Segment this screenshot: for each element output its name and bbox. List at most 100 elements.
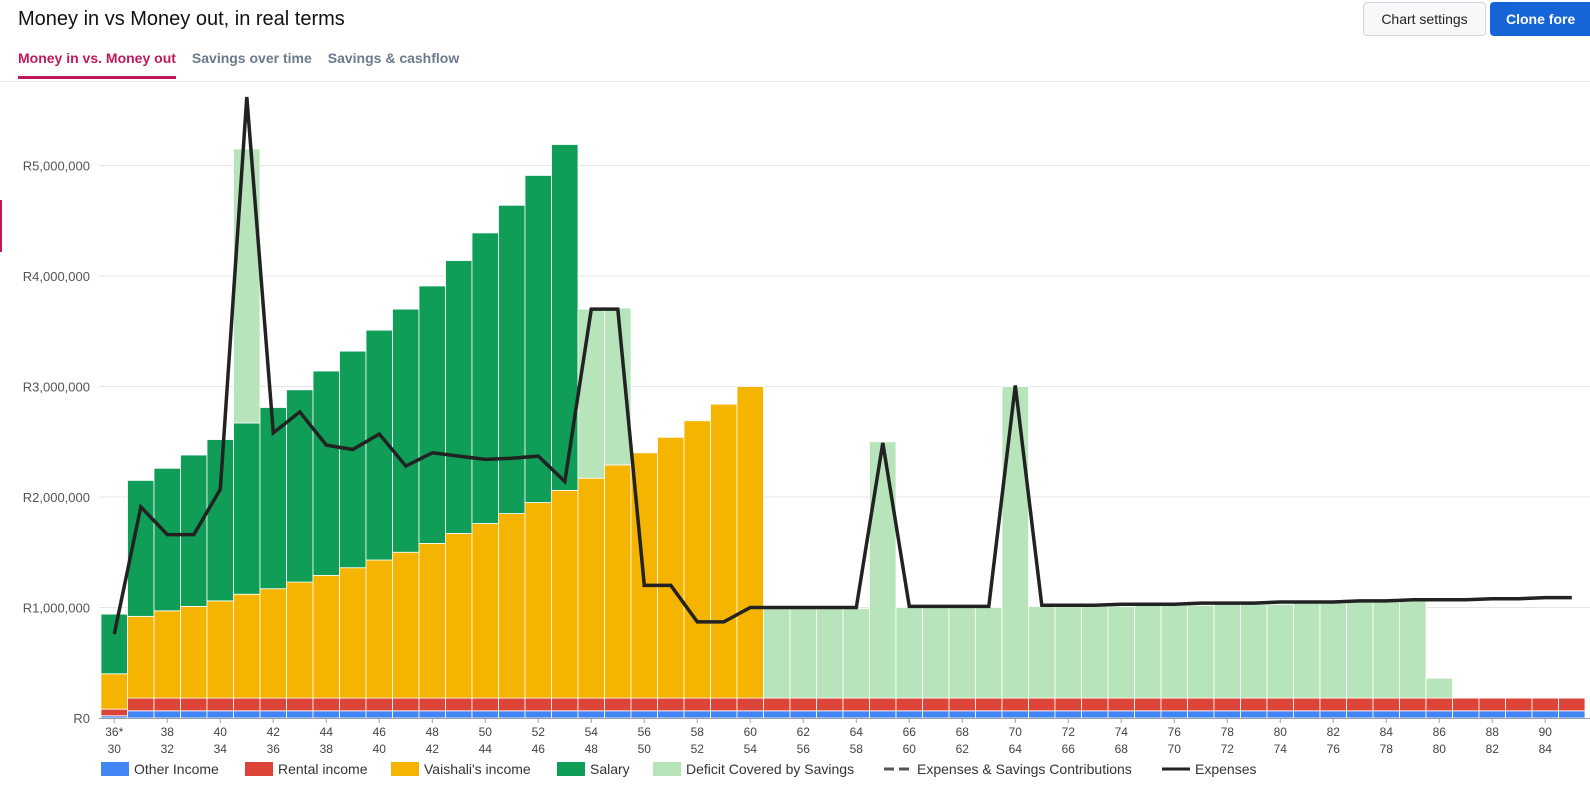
- bar-segment: [975, 697, 1003, 712]
- bar-segment: [180, 454, 208, 607]
- bar-segment: [498, 513, 526, 699]
- bar-segment: [1531, 710, 1559, 719]
- bar-segment: [259, 697, 287, 712]
- tab-money-in-vs-out[interactable]: Money in vs. Money out: [18, 50, 176, 79]
- bar-segment: [1134, 604, 1162, 699]
- bar-segment: [153, 697, 181, 712]
- bar-segment: [975, 607, 1003, 699]
- legend-label: Expenses: [1195, 761, 1256, 777]
- x-tick-label-age: 84: [1380, 725, 1394, 739]
- bar-segment: [392, 710, 420, 719]
- bar-segment: [948, 710, 976, 719]
- bar-segment: [710, 403, 738, 699]
- y-tick-label: R3,000,000: [23, 380, 90, 395]
- bar-segment: [153, 467, 181, 612]
- x-tick-label-partner-age: 46: [532, 742, 546, 756]
- bar-segment: [1107, 605, 1135, 699]
- x-tick-label-age: 60: [744, 725, 758, 739]
- x-tick-label-age: 58: [691, 725, 705, 739]
- x-tick-label-partner-age: 64: [1009, 742, 1023, 756]
- chart-title: Money in vs Money out, in real terms: [18, 8, 345, 30]
- bar-segment: [922, 607, 950, 699]
- bar-segment: [233, 710, 261, 719]
- x-tick-label-age: 54: [585, 725, 599, 739]
- bar-segment: [392, 551, 420, 699]
- bar-segment: [551, 697, 579, 712]
- x-tick-label-age: 78: [1221, 725, 1235, 739]
- x-tick-label-partner-age: 36: [267, 742, 281, 756]
- x-tick-label-age: 36*: [105, 725, 123, 739]
- y-tick-label: R0: [73, 711, 90, 726]
- x-tick-label-partner-age: 76: [1327, 742, 1341, 756]
- bar-segment: [127, 697, 155, 712]
- bar-segment: [577, 697, 605, 712]
- bar-segment: [789, 608, 817, 699]
- legend-label: Other Income: [134, 761, 219, 777]
- x-tick-label-partner-age: 56: [797, 742, 811, 756]
- chart-tabs: Money in vs. Money out Savings over time…: [18, 50, 459, 79]
- bar-segment: [683, 710, 711, 719]
- x-tick-label-partner-age: 68: [1115, 742, 1129, 756]
- bar-segment: [577, 308, 605, 479]
- bar-segment: [312, 710, 340, 719]
- bar-segment: [922, 697, 950, 712]
- x-tick-label-partner-age: 70: [1168, 742, 1182, 756]
- legend-label: Vaishali's income: [424, 761, 531, 777]
- x-tick-label-age: 70: [1009, 725, 1023, 739]
- clone-forecast-button[interactable]: Clone fore: [1490, 2, 1590, 36]
- bar-segment: [869, 710, 897, 719]
- bar-segment: [1001, 697, 1029, 712]
- x-tick-label-partner-age: 82: [1486, 742, 1500, 756]
- legend-label: Rental income: [278, 761, 368, 777]
- bar-segment: [153, 710, 181, 719]
- y-tick-label: R4,000,000: [23, 269, 90, 284]
- bar-segment: [418, 710, 446, 719]
- bar-segment: [418, 697, 446, 712]
- tab-savings-cashflow[interactable]: Savings & cashflow: [328, 50, 459, 79]
- bar-segment: [127, 710, 155, 719]
- x-tick-label-age: 40: [214, 725, 228, 739]
- y-tick-label: R2,000,000: [23, 490, 90, 505]
- bar-segment: [471, 232, 499, 524]
- bar-segment: [392, 697, 420, 712]
- x-tick-label-partner-age: 48: [585, 742, 599, 756]
- x-tick-label-partner-age: 74: [1274, 742, 1288, 756]
- bar-segment: [1425, 710, 1453, 719]
- bar-segment: [524, 710, 552, 719]
- bar-segment: [339, 710, 367, 719]
- bar-segment: [339, 350, 367, 569]
- x-tick-label-age: 56: [638, 725, 652, 739]
- bar-segment: [1452, 710, 1480, 719]
- legend-swatch: [653, 762, 681, 776]
- x-tick-label-age: 62: [797, 725, 811, 739]
- x-tick-label-partner-age: 54: [744, 742, 758, 756]
- bar-segment: [789, 697, 817, 712]
- bar-segment: [1399, 600, 1427, 699]
- bar-segment: [842, 697, 870, 712]
- bar-segment: [948, 607, 976, 699]
- bar-segment: [551, 489, 579, 699]
- bar-segment: [1213, 697, 1241, 712]
- bar-segment: [551, 710, 579, 719]
- bar-segment: [1319, 710, 1347, 719]
- chart-settings-button[interactable]: Chart settings: [1363, 2, 1486, 36]
- x-tick-label-age: 42: [267, 725, 281, 739]
- bar-segment: [1505, 697, 1533, 712]
- bar-segment: [286, 710, 314, 719]
- bar-segment: [1293, 697, 1321, 712]
- bar-segment: [657, 436, 685, 699]
- legend-label: Expenses & Savings Contributions: [917, 761, 1132, 777]
- bar-segment: [604, 697, 632, 712]
- bar-segment: [153, 610, 181, 699]
- bar-segment: [736, 386, 764, 699]
- x-tick-label-partner-age: 52: [691, 742, 705, 756]
- x-tick-label-partner-age: 30: [108, 742, 122, 756]
- bar-segment: [763, 697, 791, 712]
- legend-label: Deficit Covered by Savings: [686, 761, 854, 777]
- bar-segment: [1054, 605, 1082, 699]
- bar-segment: [736, 697, 764, 712]
- bar-segment: [524, 502, 552, 699]
- bar-segment: [206, 439, 234, 602]
- tab-savings-over-time[interactable]: Savings over time: [192, 50, 312, 79]
- bar-segment: [577, 710, 605, 719]
